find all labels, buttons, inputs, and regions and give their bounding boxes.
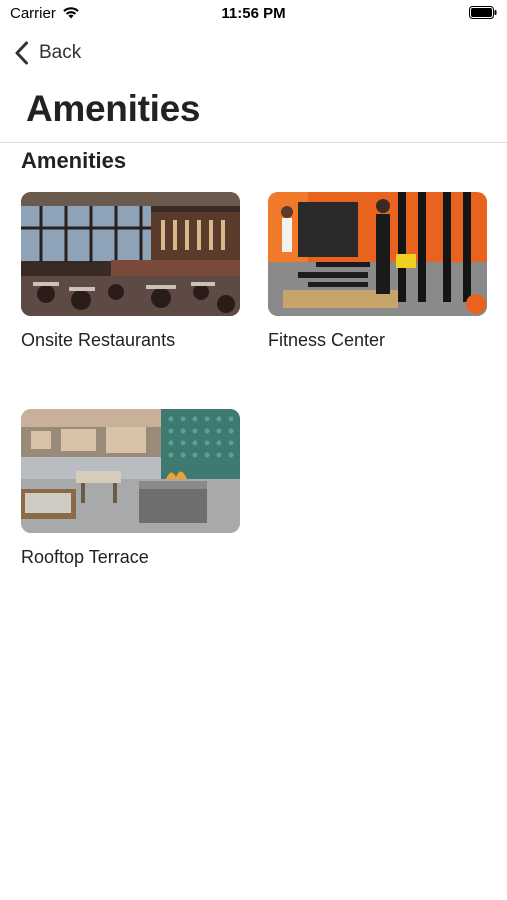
amenity-label: Fitness Center <box>268 330 386 350</box>
status-bar: Carrier 11:56 PM <box>0 0 507 28</box>
section-title: Amenities <box>21 148 127 173</box>
amenity-card-fitness-center[interactable]: Fitness Center <box>268 192 487 351</box>
battery-icon <box>469 6 497 19</box>
fitness-center-photo <box>268 192 487 316</box>
page-title: Amenities <box>26 88 201 129</box>
header-divider <box>0 142 507 143</box>
chevron-left-icon <box>15 41 28 65</box>
restaurant-photo <box>21 192 240 316</box>
back-button[interactable]: Back <box>14 38 81 68</box>
clock-time: 11:56 PM <box>221 5 286 22</box>
rooftop-terrace-photo <box>21 409 240 533</box>
amenity-label: Onsite Restaurants <box>21 330 176 350</box>
amenity-card-rooftop-terrace[interactable]: Rooftop Terrace <box>21 409 240 568</box>
amenity-label: Rooftop Terrace <box>21 547 149 567</box>
amenity-card-onsite-restaurants[interactable]: Onsite Restaurants <box>21 192 240 351</box>
back-label: Back <box>39 42 82 63</box>
